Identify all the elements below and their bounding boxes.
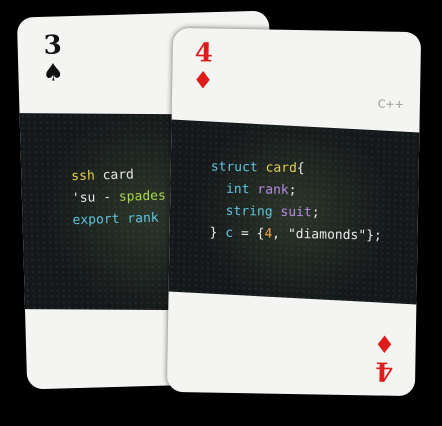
code-text: suit — [272, 204, 312, 221]
code-text: c — [217, 225, 234, 241]
card-rank: 4 — [374, 355, 394, 386]
code-text: card — [94, 167, 135, 184]
diamond-icon: ♦ — [373, 329, 396, 358]
code-text: ; — [311, 205, 320, 221]
card-rank: 3 — [43, 30, 63, 61]
photo-scene: 3 ♠ ssh card 'su - spades export rank 4 … — [0, 0, 442, 426]
card-rank: 4 — [194, 38, 214, 69]
code-text: 'su - — [71, 189, 120, 207]
diamond-icon: ♦ — [192, 66, 215, 95]
code-keyword: int — [225, 181, 250, 198]
card-four-of-diamonds: 4 ♦ C++ struct card{ int rank; string su… — [166, 27, 422, 397]
code-text: rank — [119, 210, 159, 227]
code-text: ; — [288, 182, 297, 199]
code-text: card — [257, 160, 297, 177]
code-keyword: struct — [210, 159, 258, 176]
spade-icon: ♠ — [42, 58, 65, 87]
code-text: rank — [249, 182, 289, 198]
code-text: { — [296, 161, 305, 177]
code-keyword: ssh — [71, 168, 96, 185]
code-keyword: string — [225, 203, 273, 220]
code-text: , — [272, 226, 289, 242]
code-text: }; — [366, 228, 382, 244]
code-keyword: export — [72, 211, 120, 229]
code-snippet: ssh card 'su - spades export rank — [71, 164, 167, 233]
code-text: spades — [118, 188, 167, 205]
code-text: = { — [232, 225, 265, 242]
code-text: "diamonds" — [287, 226, 367, 244]
language-label: C++ — [377, 97, 405, 111]
code-snippet: struct card{ int rank; string suit; } c … — [209, 157, 383, 248]
